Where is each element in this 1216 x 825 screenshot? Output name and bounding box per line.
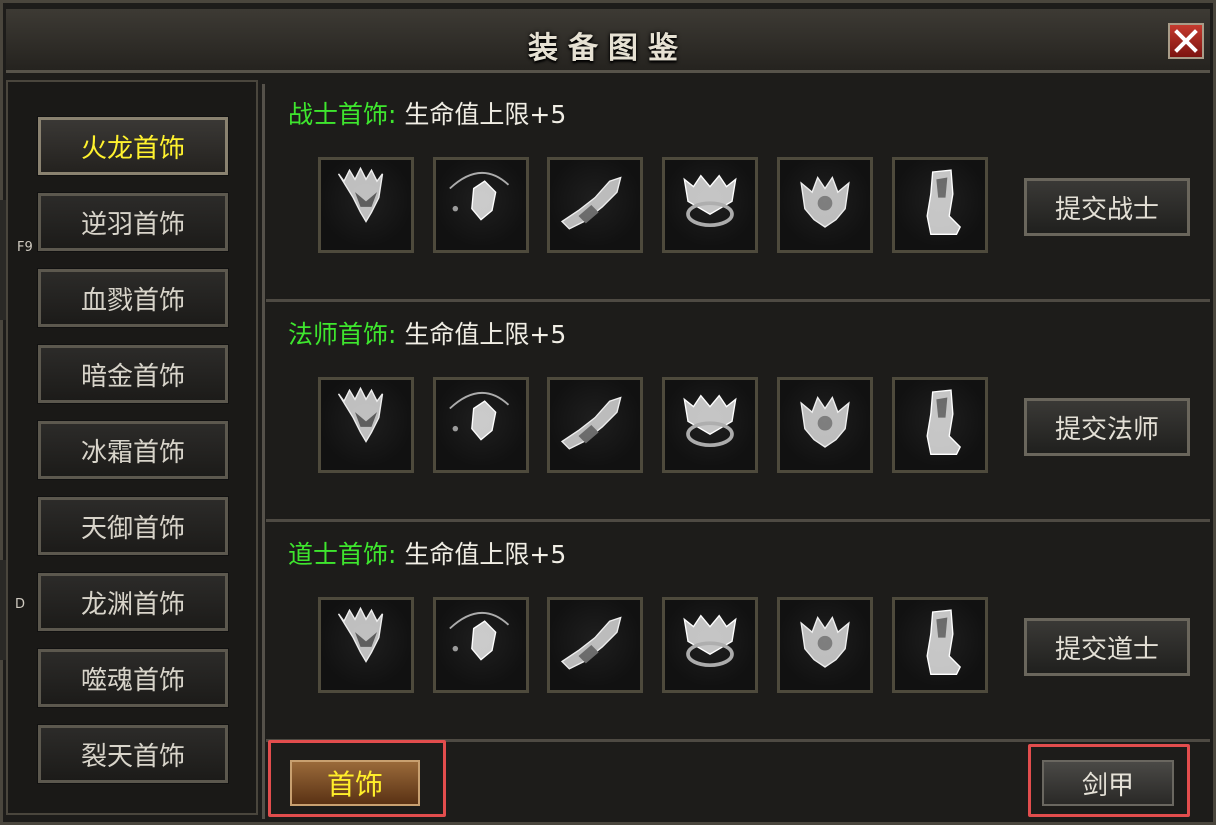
section-warrior-title: 战士首饰: 生命值上限+5: [288, 95, 566, 131]
sidebar-item-anjin[interactable]: 暗金首饰: [37, 344, 229, 404]
belt-icon: [800, 396, 850, 448]
equipment-slot[interactable]: [892, 597, 988, 693]
sidebar-item-lietian[interactable]: 裂天首饰: [37, 724, 229, 784]
section-divider: [266, 519, 1210, 522]
sidebar-item-niyu[interactable]: 逆羽首饰: [37, 192, 229, 252]
panel-divider: [262, 84, 265, 819]
bonus-text: 生命值上限+5: [404, 540, 567, 569]
sidebar-item-xuelu[interactable]: 血戮首饰: [37, 268, 229, 328]
boots-icon: [926, 609, 962, 676]
section-taoist-title: 道士首饰: 生命值上限+5: [288, 535, 566, 571]
equipment-slot[interactable]: [662, 597, 758, 693]
bracelet-icon: [560, 616, 622, 670]
equipment-slot[interactable]: [318, 377, 414, 473]
submit-taoist-button[interactable]: 提交道士: [1024, 618, 1190, 676]
equipment-slot[interactable]: [777, 377, 873, 473]
class-label: 法师首饰:: [288, 320, 397, 349]
sidebar-item-huolong[interactable]: 火龙首饰: [37, 116, 229, 176]
equipment-slot[interactable]: [662, 157, 758, 253]
sidebar-item-tianyu[interactable]: 天御首饰: [37, 496, 229, 556]
necklace-icon: [449, 611, 510, 661]
equipment-slot[interactable]: [547, 157, 643, 253]
boots-icon: [926, 389, 962, 456]
equipment-slot[interactable]: [892, 377, 988, 473]
equipment-slot[interactable]: [433, 157, 529, 253]
ring-icon: [683, 394, 737, 447]
helmet-icon: [337, 606, 384, 663]
belt-icon: [800, 176, 850, 228]
class-label: 战士首饰:: [288, 100, 397, 129]
submit-mage-button[interactable]: 提交法师: [1024, 398, 1190, 456]
bonus-text: 生命值上限+5: [404, 320, 567, 349]
equipment-slot[interactable]: [777, 157, 873, 253]
hotkey-label: D: [15, 597, 26, 612]
helmet-icon: [337, 386, 384, 443]
section-divider: [266, 299, 1210, 302]
equipment-slot[interactable]: [662, 377, 758, 473]
tab-sword-armor[interactable]: 剑甲: [1042, 760, 1174, 806]
equipment-slot[interactable]: [547, 597, 643, 693]
belt-icon: [800, 616, 850, 668]
helmet-icon: [337, 166, 384, 223]
equipment-slot[interactable]: [777, 597, 873, 693]
sidebar-item-longyuan[interactable]: 龙渊首饰: [37, 572, 229, 632]
close-button[interactable]: [1168, 23, 1204, 59]
equipment-slot[interactable]: [318, 157, 414, 253]
ring-icon: [683, 174, 737, 227]
sidebar-item-shihun[interactable]: 噬魂首饰: [37, 648, 229, 708]
section-mage-title: 法师首饰: 生命值上限+5: [288, 315, 566, 351]
bracelet-icon: [560, 396, 622, 450]
equipment-slot[interactable]: [547, 377, 643, 473]
necklace-icon: [449, 391, 510, 441]
sidebar-item-bingshuang[interactable]: 冰霜首饰: [37, 420, 229, 480]
boots-icon: [926, 169, 962, 236]
title-bar[interactable]: 装备图鉴: [6, 9, 1210, 73]
equipment-slot[interactable]: [433, 377, 529, 473]
equipment-slot[interactable]: [892, 157, 988, 253]
tab-accessories[interactable]: 首饰: [290, 760, 420, 806]
bracelet-icon: [560, 176, 622, 230]
bonus-text: 生命值上限+5: [404, 100, 567, 129]
ring-icon: [683, 614, 737, 667]
hotkey-label: F9: [17, 240, 33, 255]
submit-warrior-button[interactable]: 提交战士: [1024, 178, 1190, 236]
close-icon: [1174, 29, 1198, 53]
equipment-slot[interactable]: [318, 597, 414, 693]
class-label: 道士首饰:: [288, 540, 397, 569]
equipment-slot[interactable]: [433, 597, 529, 693]
necklace-icon: [449, 171, 510, 221]
window-title: 装备图鉴: [528, 31, 688, 66]
